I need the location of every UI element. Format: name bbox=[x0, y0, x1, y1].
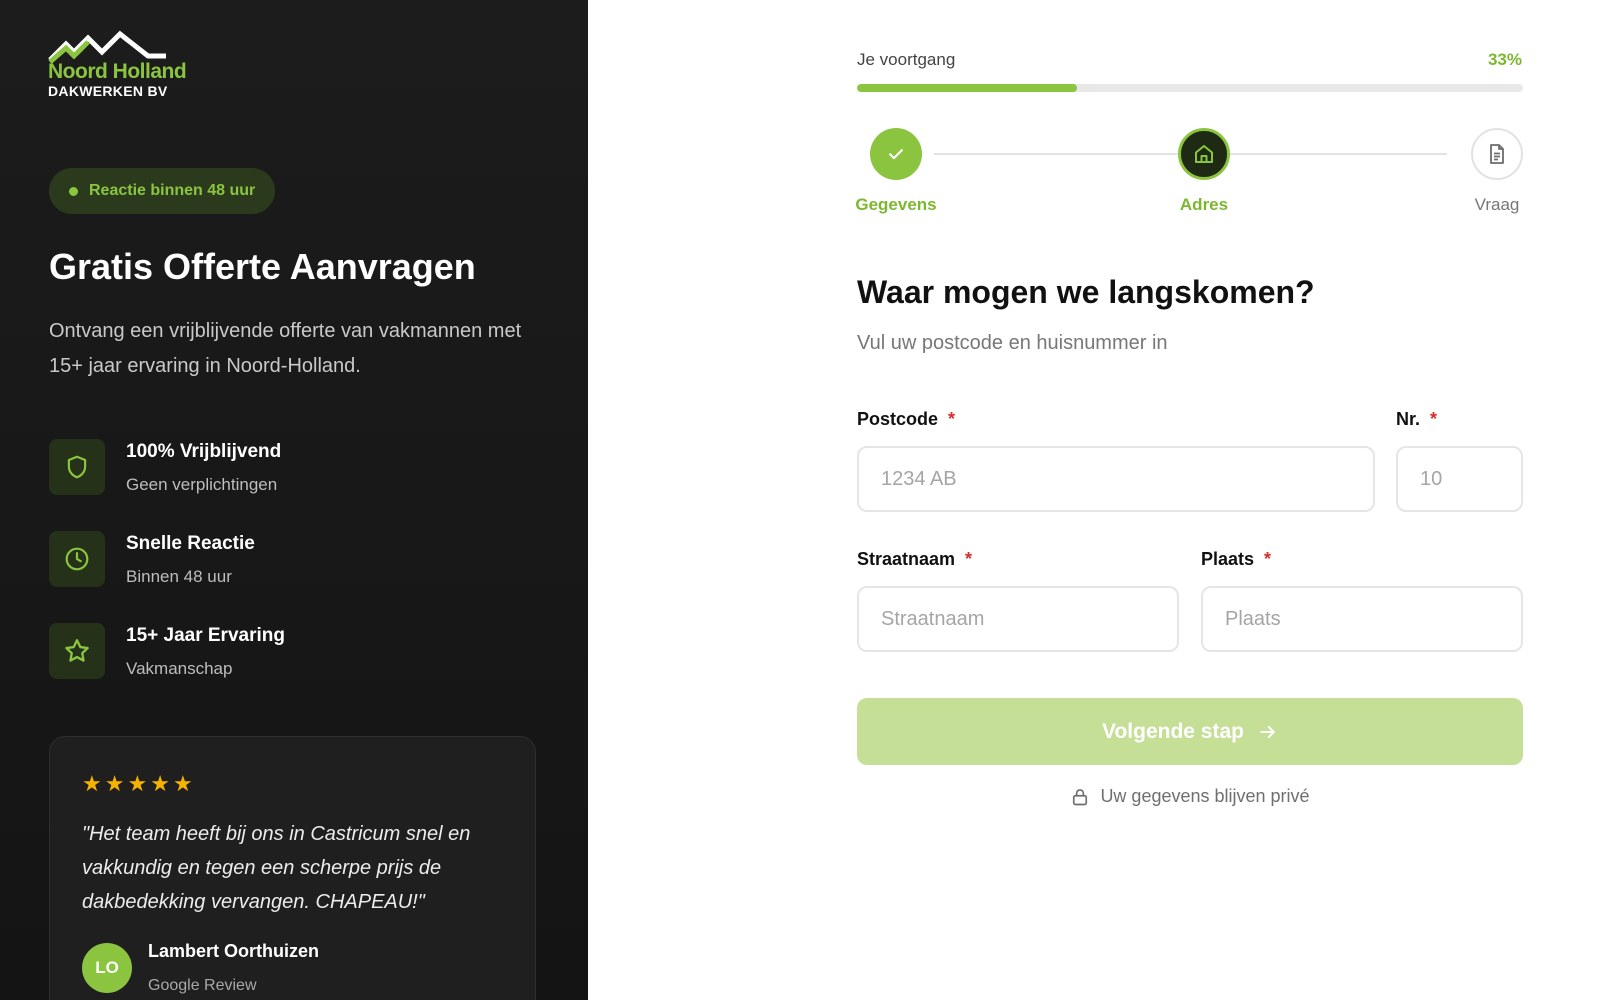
feature-desc: Binnen 48 uur bbox=[126, 567, 232, 586]
arrow-right-icon bbox=[1260, 725, 1275, 738]
next-step-button[interactable]: Volgende stap bbox=[857, 698, 1523, 765]
feature-item-ervaring: 15+ Jaar Ervaring Vakmanschap bbox=[49, 623, 549, 683]
review-source: Google Review bbox=[148, 977, 257, 994]
reviewer-name: Lambert Oorthuizen bbox=[148, 941, 320, 961]
privacy-text: Uw gegevens blijven privé bbox=[1100, 786, 1310, 806]
step-adres[interactable] bbox=[1178, 128, 1230, 180]
lock-icon bbox=[1073, 788, 1088, 805]
brand-subname: DAKWERKEN BV bbox=[48, 83, 168, 99]
feature-desc: Vakmanschap bbox=[126, 659, 233, 678]
number-label: Nr. * bbox=[1396, 409, 1437, 430]
required-marker: * bbox=[1264, 549, 1272, 569]
document-icon bbox=[1490, 144, 1504, 164]
check-icon bbox=[889, 149, 903, 160]
star-icon bbox=[49, 623, 105, 679]
privacy-note: Uw gegevens blijven privé bbox=[857, 786, 1523, 807]
progress-bar bbox=[857, 84, 1523, 92]
step-label-vraag: Vraag bbox=[1474, 195, 1520, 214]
feature-desc: Geen verplichtingen bbox=[126, 475, 278, 494]
response-badge: Reactie binnen 48 uur bbox=[49, 168, 276, 214]
step-label-adres: Adres bbox=[1179, 195, 1229, 214]
form-subtitle: Vul uw postcode en huisnummer in bbox=[857, 332, 1168, 354]
step-label-gegevens: Gegevens bbox=[855, 195, 937, 214]
feature-item-vrijblijvend: 100% Vrijblijvend Geen verplichtingen bbox=[49, 439, 549, 499]
star-filled-icon: ★ bbox=[82, 771, 102, 796]
clock-icon bbox=[49, 531, 105, 587]
next-step-label: Volgende stap bbox=[1102, 719, 1244, 743]
postcode-label: Postcode * bbox=[857, 409, 955, 430]
city-label: Plaats * bbox=[1201, 549, 1271, 570]
left-subtitle: Ontvang een vrijblijvende offerte van va… bbox=[49, 320, 522, 377]
mountain-roof-icon bbox=[48, 30, 166, 64]
street-label: Straatnaam * bbox=[857, 549, 972, 570]
left-title: Gratis Offerte Aanvragen bbox=[49, 246, 476, 287]
star-filled-icon: ★ bbox=[104, 771, 125, 796]
shield-icon bbox=[49, 439, 105, 495]
progress-label: Je voortgang bbox=[857, 50, 956, 69]
city-label-text: Plaats bbox=[1201, 549, 1255, 569]
left-panel: Noord Holland DAKWERKEN BV Reactie binne… bbox=[0, 0, 588, 1000]
street-input[interactable] bbox=[857, 586, 1179, 652]
home-icon bbox=[1195, 145, 1213, 163]
postcode-label-text: Postcode bbox=[857, 409, 939, 429]
brand-logo[interactable]: Noord Holland DAKWERKEN BV bbox=[48, 30, 198, 100]
step-connector bbox=[1230, 153, 1447, 155]
step-connector bbox=[934, 153, 1208, 155]
house-number-input[interactable] bbox=[1396, 446, 1523, 512]
brand-name: Noord Holland bbox=[48, 60, 187, 83]
progress-bar-fill bbox=[857, 84, 1077, 92]
star-filled-icon: ★ bbox=[127, 771, 148, 796]
review-card: ★ ★ ★ ★ ★ "Het team heeft bij ons in Cas… bbox=[49, 736, 536, 1000]
city-input[interactable] bbox=[1201, 586, 1523, 652]
star-filled-icon: ★ bbox=[150, 771, 170, 796]
step-gegevens[interactable] bbox=[870, 128, 922, 180]
star-filled-icon: ★ bbox=[172, 771, 193, 796]
status-dot-icon bbox=[69, 187, 78, 196]
required-marker: * bbox=[965, 549, 973, 569]
street-label-text: Straatnaam bbox=[857, 549, 956, 569]
feature-title: 15+ Jaar Ervaring bbox=[126, 625, 285, 646]
required-marker: * bbox=[1430, 409, 1438, 429]
feature-title: Snelle Reactie bbox=[126, 533, 255, 554]
postcode-input[interactable] bbox=[857, 446, 1375, 512]
number-label-text: Nr. bbox=[1396, 409, 1421, 429]
rating-stars: ★ ★ ★ ★ ★ bbox=[82, 773, 193, 795]
avatar: LO bbox=[82, 943, 132, 993]
progress-percent: 33% bbox=[1487, 50, 1522, 69]
response-badge-label: Reactie binnen 48 uur bbox=[89, 182, 256, 199]
step-vraag[interactable] bbox=[1471, 128, 1523, 180]
required-marker: * bbox=[948, 409, 956, 429]
form-title: Waar mogen we langskomen? bbox=[857, 274, 1315, 310]
feature-item-snelle-reactie: Snelle Reactie Binnen 48 uur bbox=[49, 531, 549, 591]
review-text: "Het team heeft bij ons in Castricum sne… bbox=[82, 823, 471, 913]
feature-title: 100% Vrijblijvend bbox=[126, 441, 282, 462]
